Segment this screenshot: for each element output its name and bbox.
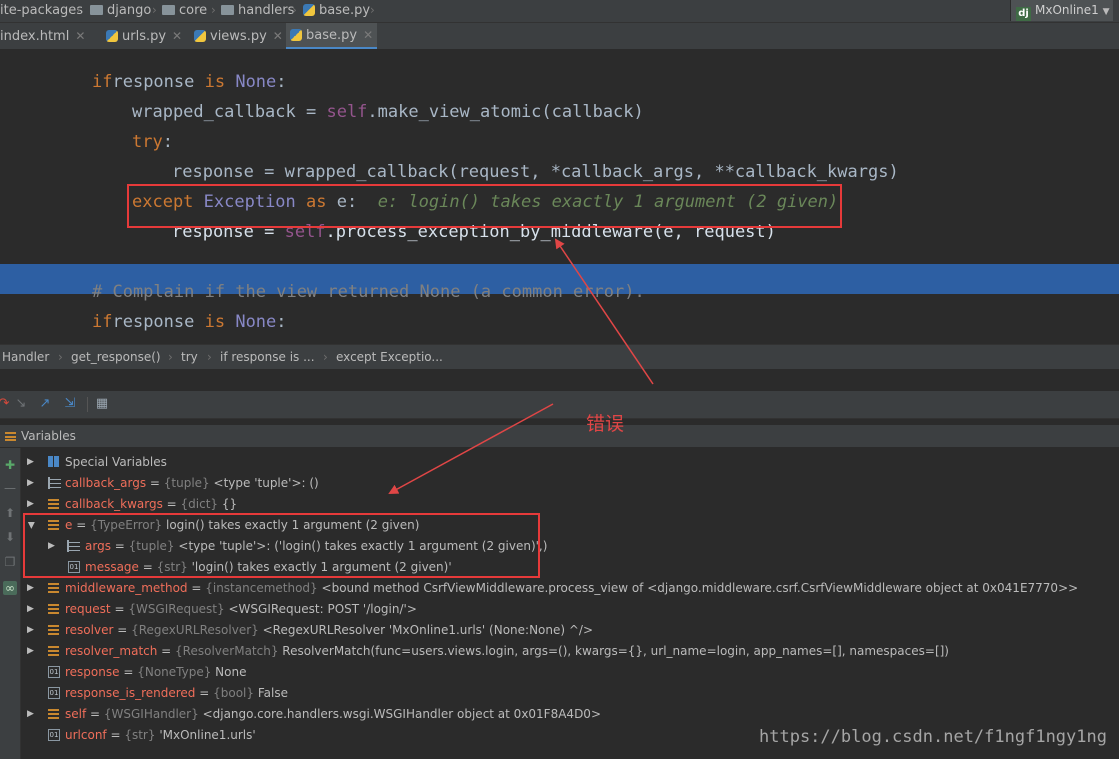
arrow-to-exception-line	[554, 238, 654, 385]
arrow-to-exception-variable	[388, 403, 554, 494]
annotation-arrows	[388, 238, 654, 494]
error-annotation-label: 错误	[586, 413, 625, 435]
watermark: https://blog.csdn.net/f1ngf1ngy1ng	[759, 727, 1107, 747]
